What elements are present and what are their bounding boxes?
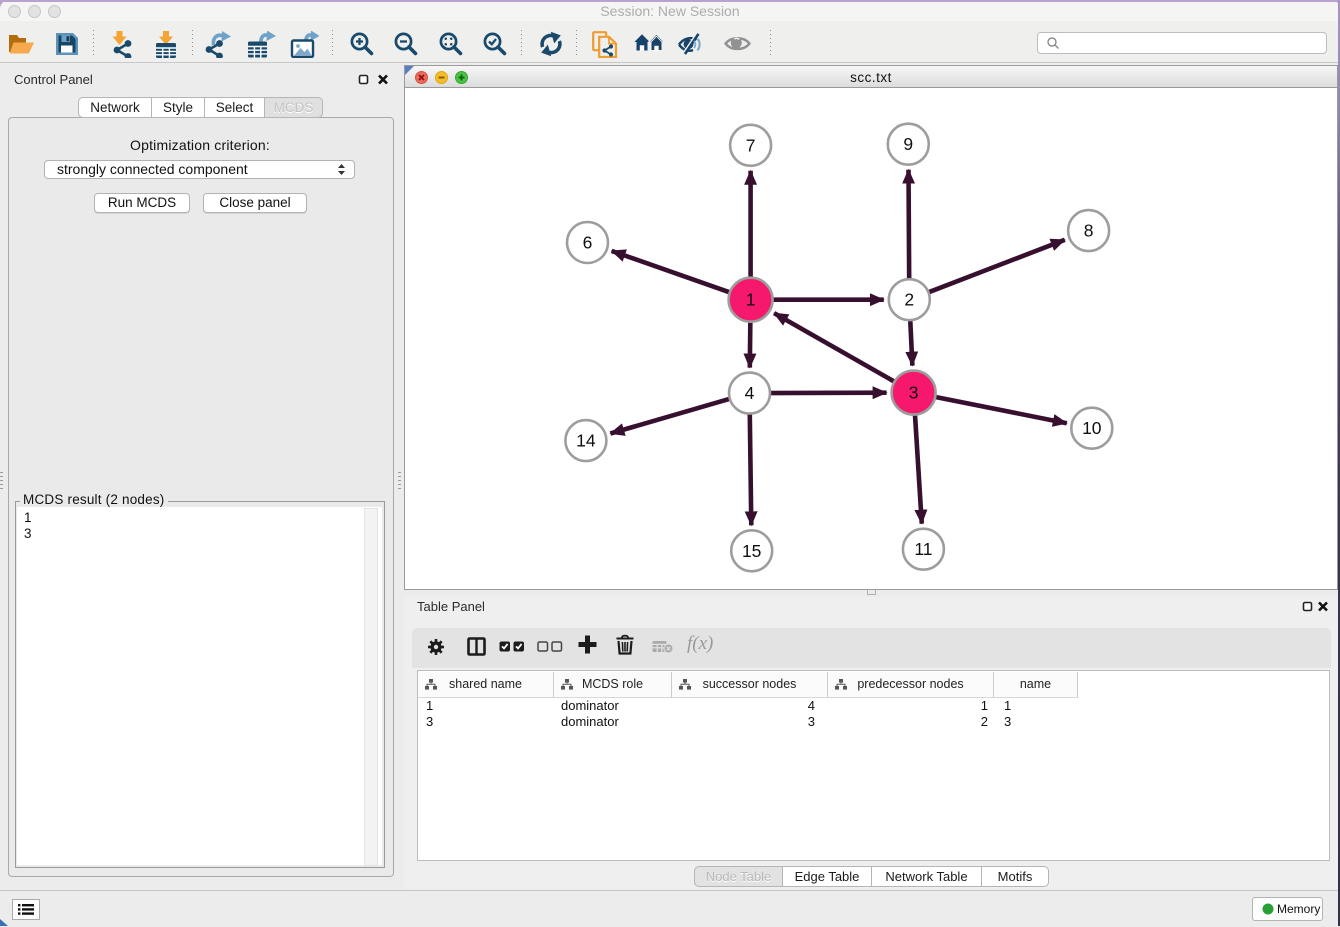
svg-text:6: 6	[583, 233, 593, 253]
svg-text:9: 9	[903, 134, 913, 154]
svg-text:11: 11	[914, 539, 932, 559]
svg-text:10: 10	[1082, 418, 1102, 438]
svg-text:4: 4	[745, 383, 755, 403]
svg-text:15: 15	[742, 541, 761, 561]
svg-text:8: 8	[1084, 221, 1094, 241]
svg-text:7: 7	[746, 135, 756, 155]
svg-text:14: 14	[576, 431, 596, 451]
svg-text:2: 2	[904, 290, 914, 310]
svg-text:3: 3	[909, 383, 919, 403]
svg-text:1: 1	[746, 290, 756, 310]
